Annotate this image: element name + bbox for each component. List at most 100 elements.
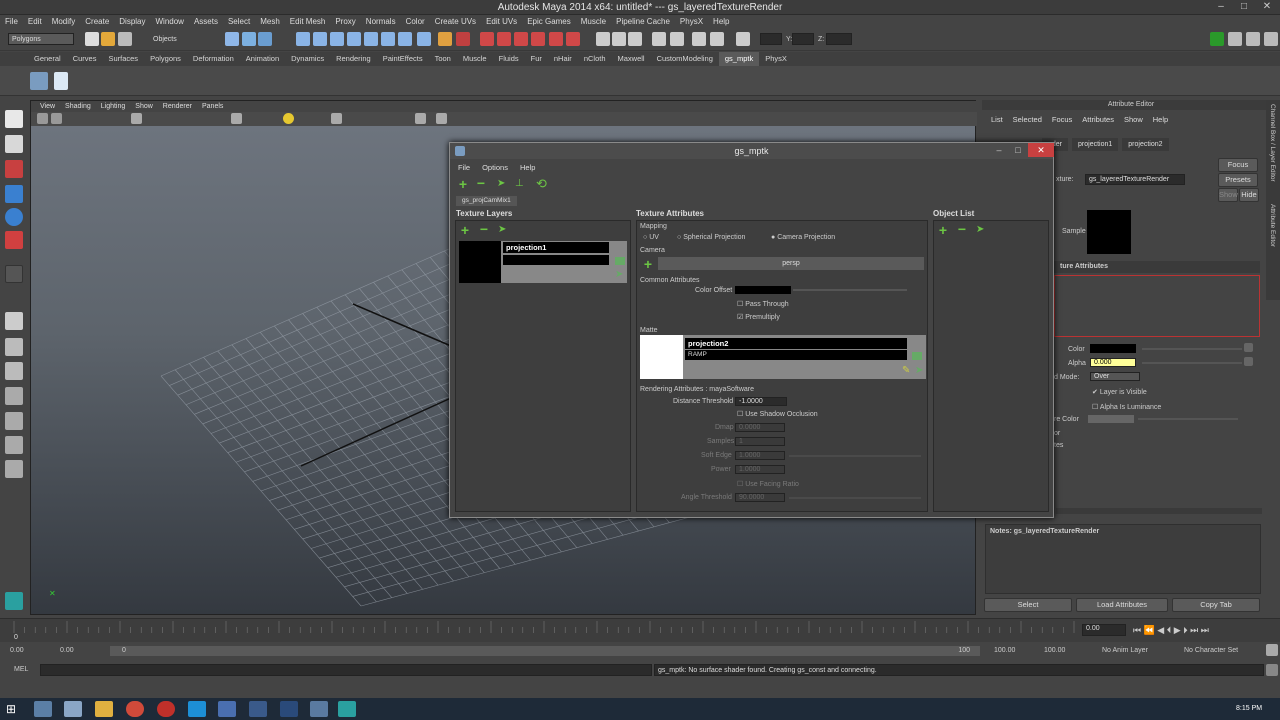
angle-threshold-field[interactable]: 90.0000 <box>735 493 785 502</box>
ae-menu-selected[interactable]: Selected <box>1008 114 1047 126</box>
menu-normals[interactable]: Normals <box>361 15 401 29</box>
rename-icon[interactable] <box>612 32 626 46</box>
io-icon[interactable] <box>398 32 412 46</box>
menu-proxy[interactable]: Proxy <box>330 15 360 29</box>
layer-visible-checkbox[interactable]: ✔ Layer is Visible <box>1092 388 1147 396</box>
use-ratio-checkbox[interactable]: ☐ Use Facing Ratio <box>737 480 799 488</box>
ipr-render-icon[interactable] <box>480 32 494 46</box>
skype-icon[interactable] <box>188 701 206 717</box>
shelf-tool-icon-2[interactable] <box>54 72 68 90</box>
x-field[interactable] <box>760 33 782 45</box>
select-button[interactable]: Select <box>984 598 1072 612</box>
y-field[interactable] <box>792 33 814 45</box>
ae-tab-projection1[interactable]: projection1 <box>1072 138 1119 151</box>
sample-swatch[interactable] <box>1087 210 1131 254</box>
layout-custom-icon[interactable] <box>5 460 23 478</box>
matte-folder-icon[interactable] <box>912 352 922 360</box>
chrome-icon[interactable] <box>126 701 144 717</box>
menu-muscle[interactable]: Muscle <box>576 15 611 29</box>
viewport-menu-panels[interactable]: Panels <box>197 101 228 112</box>
menu-window[interactable]: Window <box>151 15 189 29</box>
select-layer-icon[interactable]: ➤ <box>498 224 508 236</box>
menu-mesh[interactable]: Mesh <box>255 15 285 29</box>
color-offset-swatch[interactable] <box>735 286 791 294</box>
layer-blend-field[interactable] <box>503 255 609 265</box>
add-camera-icon[interactable]: + <box>642 257 654 271</box>
samples-field[interactable]: 1 <box>735 437 785 446</box>
last-tool-icon[interactable] <box>5 265 23 283</box>
render-region-icon[interactable] <box>549 32 563 46</box>
menu-select[interactable]: Select <box>223 15 255 29</box>
show-button[interactable]: Show <box>1218 188 1238 202</box>
color-map-icon[interactable] <box>1244 343 1253 352</box>
menu-create[interactable]: Create <box>80 15 114 29</box>
texture-attributes-section[interactable]: ture Attributes <box>1054 261 1260 273</box>
distance-threshold-field[interactable]: -1.0000 <box>735 397 787 406</box>
pass-through-checkbox[interactable]: ☐ Pass Through <box>737 300 789 308</box>
objects-label[interactable]: Objects <box>153 36 177 43</box>
presets-button[interactable]: Presets <box>1218 173 1258 187</box>
shelf-tab-animation[interactable]: Animation <box>240 52 285 66</box>
shelf-tab-muscle[interactable]: Muscle <box>457 52 493 66</box>
ae-menu-help[interactable]: Help <box>1148 114 1173 126</box>
ae-menu-focus[interactable]: Focus <box>1047 114 1077 126</box>
mode-dropdown[interactable]: Polygons <box>8 33 74 45</box>
shelf-tab-general[interactable]: General <box>28 52 67 66</box>
layout-four-icon[interactable] <box>5 338 23 356</box>
menu-edit-mesh[interactable]: Edit Mesh <box>285 15 331 29</box>
new-scene-icon[interactable] <box>85 32 99 46</box>
app-icon-7[interactable] <box>218 701 236 717</box>
photoshop-icon[interactable] <box>280 701 298 717</box>
alpha-map-icon[interactable] <box>1244 357 1253 366</box>
app-icon-10[interactable] <box>310 701 328 717</box>
layer-list-area[interactable] <box>1054 275 1260 337</box>
batch-render-icon[interactable] <box>566 32 580 46</box>
input-line-icon[interactable] <box>596 32 610 46</box>
channel-box-side-tab[interactable]: Channel Box / Layer Editor <box>1269 104 1276 182</box>
re-color-swatch[interactable] <box>1088 415 1134 423</box>
menu-display[interactable]: Display <box>114 15 150 29</box>
numeric-input-icon[interactable] <box>736 32 750 46</box>
dmap-field[interactable]: 0.0000 <box>735 423 785 432</box>
minimize-button[interactable]: – <box>1210 0 1232 14</box>
transform-mode-icon[interactable] <box>652 32 666 46</box>
tasks-icon[interactable] <box>64 701 82 717</box>
time-slider[interactable]: 0 0.00 ⏮ ⏪ ◀ ⏴ ▶ ⏵ ⏭ ⏭ <box>0 618 1280 642</box>
attribute-editor-toggle-icon[interactable] <box>1228 32 1242 46</box>
z-field[interactable] <box>826 33 852 45</box>
alpha-field[interactable]: 0.000 <box>1090 358 1136 367</box>
dialog-menu-file[interactable]: File <box>454 163 474 172</box>
focus-button[interactable]: Focus <box>1218 158 1258 172</box>
menu-color[interactable]: Color <box>401 15 430 29</box>
lasso-tool-icon[interactable] <box>5 135 23 153</box>
matte-name[interactable]: projection2 <box>685 338 907 349</box>
maya-taskbar-icon[interactable] <box>338 701 356 717</box>
color-slider[interactable] <box>1142 348 1242 350</box>
anim-layer-dropdown[interactable]: No Anim Layer <box>1102 647 1148 654</box>
shelf-tab-curves[interactable]: Curves <box>67 52 103 66</box>
remove-layer-icon[interactable]: − <box>478 222 490 236</box>
remove-object-icon[interactable]: − <box>956 222 968 236</box>
snap-grid-icon[interactable] <box>296 32 310 46</box>
shelf-tab-polygons[interactable]: Polygons <box>144 52 187 66</box>
layer-select-icon[interactable]: ➤ <box>615 269 625 281</box>
range-bar[interactable]: 0 100 <box>110 646 980 656</box>
isolate-select-icon[interactable] <box>331 113 342 124</box>
move-tool-icon[interactable] <box>5 185 23 203</box>
ae-menu-show[interactable]: Show <box>1119 114 1148 126</box>
shelf-tab-fur[interactable]: Fur <box>525 52 548 66</box>
command-input[interactable] <box>40 664 652 676</box>
camera-attr-icon[interactable] <box>51 113 62 124</box>
shelf-tab-gs-mptk[interactable]: gs_mptk <box>718 52 760 66</box>
layout-side-icon[interactable] <box>5 362 23 380</box>
snap-surface-icon[interactable] <box>364 32 378 46</box>
relative-mode-icon[interactable] <box>670 32 684 46</box>
shelf-tab-deformation[interactable]: Deformation <box>187 52 240 66</box>
range-end-field[interactable]: 100.00 <box>1044 647 1065 654</box>
shelf-tab-dynamics[interactable]: Dynamics <box>285 52 330 66</box>
select-component-icon[interactable] <box>258 32 272 46</box>
add-icon[interactable]: + <box>457 177 469 191</box>
menu-epic-games[interactable]: Epic Games <box>522 15 576 29</box>
playback-start-field[interactable]: 0.00 <box>60 647 74 654</box>
viewport-menu-lighting[interactable]: Lighting <box>96 101 131 112</box>
